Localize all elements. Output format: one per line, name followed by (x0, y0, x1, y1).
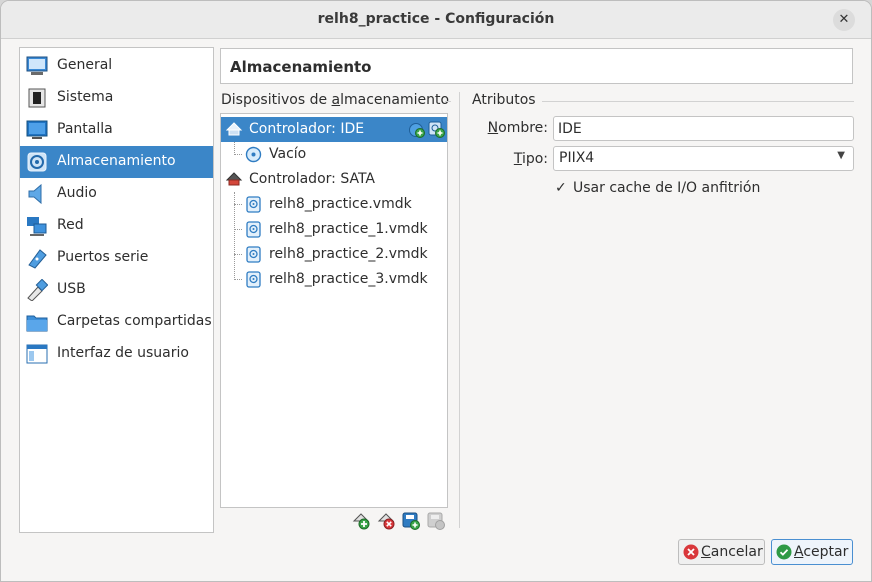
cancel-button[interactable]: Cancelar (678, 539, 765, 565)
tree-item-label: Vacío (269, 146, 307, 162)
tree-item-label: Controlador: IDE (249, 121, 365, 137)
tree-item-controller-sata[interactable]: Controlador: SATA (221, 167, 447, 192)
tree-item-controller-ide[interactable]: Controlador: IDE (221, 117, 447, 142)
tree-item-optical-empty[interactable]: Vacío (221, 142, 447, 167)
serial-port-icon (28, 249, 47, 269)
tree-item-label: relh8_practice.vmdk (269, 196, 412, 212)
sidebar-item-puertos-serie[interactable]: Puertos serie (20, 242, 213, 274)
ide-controller-icon (226, 122, 243, 136)
hard-disk-icon (246, 246, 261, 263)
display-monitor-icon (26, 120, 48, 139)
add-attachment-icon[interactable] (402, 512, 420, 530)
tree-item-disk[interactable]: relh8_practice_1.vmdk (221, 217, 447, 242)
sidebar-item-label: Interfaz de usuario (57, 345, 189, 361)
hard-disk-icon (246, 221, 261, 238)
page-title: Almacenamiento (230, 58, 372, 76)
tree-item-label: Controlador: SATA (249, 171, 375, 187)
close-icon: ✕ (838, 12, 850, 27)
sata-controller-icon (226, 172, 243, 186)
sidebar-item-usb[interactable]: USB (20, 274, 213, 306)
tree-item-label: relh8_practice_2.vmdk (269, 246, 428, 262)
storage-devices-label: Dispositivos de almacenamiento (221, 92, 450, 108)
sidebar-item-pantalla[interactable]: Pantalla (20, 114, 213, 146)
sidebar-item-label: Audio (57, 185, 97, 201)
accept-icon (776, 544, 792, 560)
add-controller-icon[interactable] (352, 512, 370, 530)
accept-button[interactable]: Aceptar (771, 539, 853, 565)
tree-item-disk[interactable]: relh8_practice.vmdk (221, 192, 447, 217)
sidebar-item-interfaz-de-usuario[interactable]: Interfaz de usuario (20, 338, 213, 370)
section-divider (542, 101, 854, 102)
sidebar-item-label: USB (57, 281, 86, 297)
accept-label: Aceptar (794, 544, 849, 560)
tree-item-label: relh8_practice_1.vmdk (269, 221, 428, 237)
tree-item-label: relh8_practice_3.vmdk (269, 271, 428, 287)
sidebar-item-sistema[interactable]: Sistema (20, 82, 213, 114)
storage-disk-icon (27, 152, 47, 172)
attributes-title: Atributos (472, 92, 536, 108)
hard-disk-icon (246, 271, 261, 288)
sidebar-item-general[interactable]: General (20, 50, 213, 82)
type-select[interactable]: PIIX4 ▼ (553, 146, 854, 171)
cancel-icon (683, 544, 699, 560)
settings-dialog: relh8_practice - Configuración ✕ General… (0, 0, 872, 582)
page-header: Almacenamiento (220, 48, 853, 84)
sidebar-item-label: Carpetas compartidas (57, 313, 212, 329)
pane-divider (459, 92, 460, 528)
cancel-label: Cancelar (701, 544, 763, 560)
add-hard-disk-icon[interactable] (428, 121, 445, 138)
sidebar-item-almacenamiento[interactable]: Almacenamiento (20, 146, 213, 178)
tree-item-disk[interactable]: relh8_practice_3.vmdk (221, 267, 447, 292)
remove-attachment-icon (427, 512, 445, 530)
close-button[interactable]: ✕ (833, 9, 855, 31)
window-title: relh8_practice - Configuración (317, 11, 555, 27)
sidebar-item-label: Puertos serie (57, 249, 149, 265)
add-optical-drive-icon[interactable] (408, 121, 425, 138)
sidebar-item-audio[interactable]: Audio (20, 178, 213, 210)
hard-disk-icon (246, 196, 261, 213)
storage-tree[interactable]: Controlador: IDE Vacío Controlador: SATA… (220, 113, 448, 508)
section-divider (445, 101, 451, 102)
shared-folder-icon (26, 315, 48, 332)
sidebar-item-carpetas-compartidas[interactable]: Carpetas compartidas (20, 306, 213, 338)
sidebar-item-label: Almacenamiento (57, 153, 176, 169)
sidebar-item-label: Pantalla (57, 121, 113, 137)
chevron-down-icon: ▼ (837, 150, 845, 161)
use-host-io-cache-label: Usar cache de I/O anfitrión (573, 180, 761, 196)
user-interface-icon (26, 344, 48, 364)
network-icon (27, 217, 47, 236)
sidebar-item-label: General (57, 57, 113, 73)
system-chip-icon (28, 88, 46, 108)
remove-controller-icon[interactable] (377, 512, 395, 530)
title-bar[interactable]: relh8_practice - Configuración ✕ (1, 1, 871, 39)
sidebar-item-label: Red (57, 217, 84, 233)
tree-item-disk[interactable]: relh8_practice_2.vmdk (221, 242, 447, 267)
name-input[interactable] (553, 116, 854, 141)
type-label: Tipo: (513, 151, 548, 167)
sidebar-item-red[interactable]: Red (20, 210, 213, 242)
audio-speaker-icon (28, 183, 42, 205)
optical-disc-icon (245, 146, 262, 163)
usb-icon (27, 279, 48, 301)
general-icon (26, 56, 48, 75)
sidebar-item-label: Sistema (57, 89, 114, 105)
checkmark-icon: ✓ (555, 180, 567, 196)
name-label: Nombre: (487, 120, 548, 136)
type-select-value: PIIX4 (559, 150, 595, 166)
settings-sidebar: General Sistema Pantalla Almacenamiento … (19, 47, 214, 533)
